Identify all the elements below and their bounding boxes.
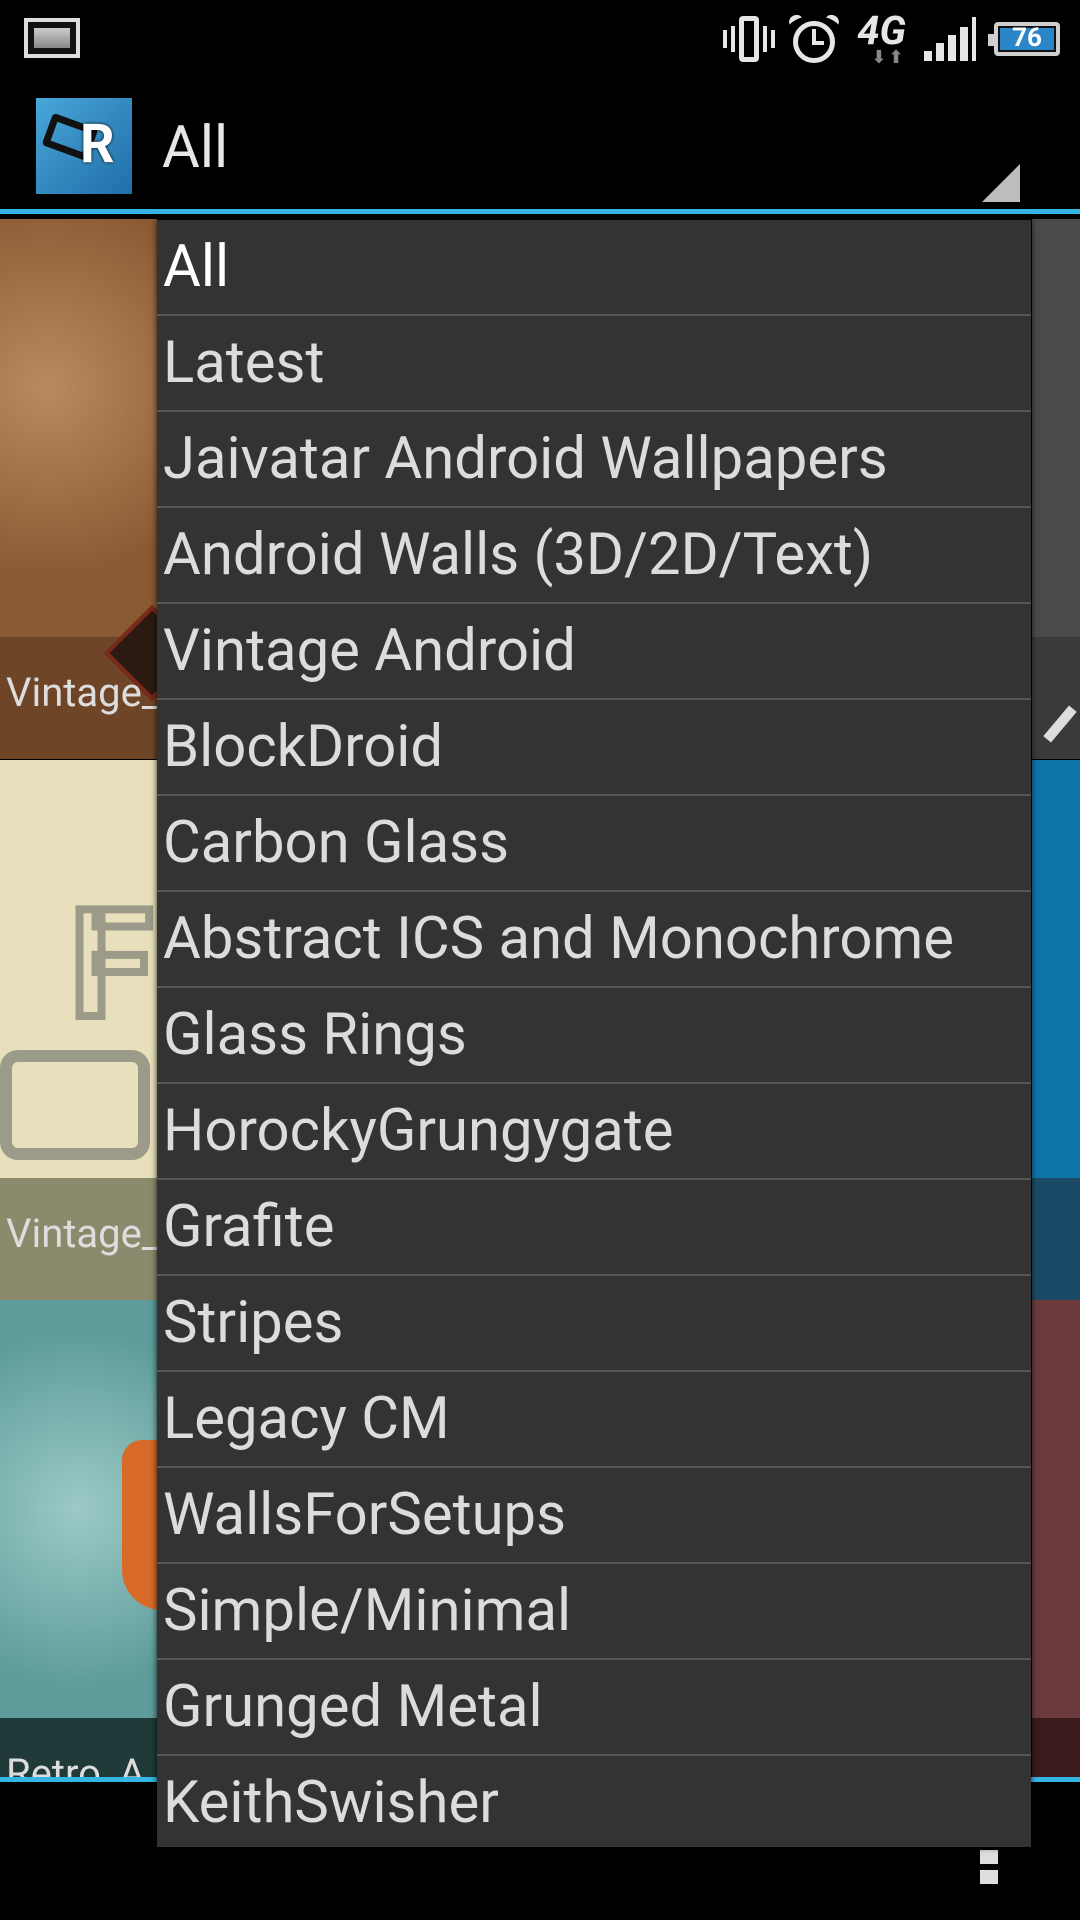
dropdown-option[interactable]: HorockyGrungygate [157, 1084, 1031, 1180]
dropdown-option[interactable]: Simple/Minimal [157, 1564, 1031, 1660]
dropdown-option[interactable]: Glass Rings [157, 988, 1031, 1084]
wallpaper-tile[interactable]: Vintage_ [0, 219, 157, 759]
dropdown-option-latest[interactable]: Latest [157, 316, 1031, 412]
overflow-menu-icon[interactable] [980, 1850, 1002, 1888]
dropdown-option[interactable]: Vintage Android [157, 604, 1031, 700]
dropdown-option[interactable]: KeithSwisher [157, 1756, 1031, 1850]
status-bar: 4G ⬇⬆ 76 [0, 0, 1080, 78]
spinner-dropdown-indicator-icon[interactable] [982, 164, 1020, 202]
tile-caption: Vintage_ [6, 1210, 157, 1257]
wallpaper-tile[interactable]: F Vintage_ [0, 760, 157, 1300]
network-4g-icon: 4G ⬇⬆ [857, 7, 906, 68]
dropdown-option[interactable]: WallsForSetups [157, 1468, 1031, 1564]
category-dropdown: All Latest Jaivatar Android Wallpapers A… [157, 220, 1031, 1847]
action-bar: R All [0, 78, 1080, 214]
wallpaper-tile-right[interactable] [1032, 219, 1080, 759]
category-spinner[interactable]: All [162, 114, 228, 182]
wallpaper-tile-right[interactable] [1032, 1300, 1080, 1777]
dropdown-option[interactable]: Jaivatar Android Wallpapers [157, 412, 1031, 508]
signal-icon [924, 17, 976, 61]
dropdown-option[interactable]: Grafite [157, 1180, 1031, 1276]
battery-icon: 76 [988, 22, 1060, 56]
dropdown-option[interactable]: Android Walls (3D/2D/Text) [157, 508, 1031, 604]
wallpaper-tile[interactable]: Retro_A [0, 1300, 157, 1777]
dropdown-option-all[interactable]: All [157, 220, 1031, 316]
action-bar-accent-line [0, 209, 1080, 214]
battery-level: 76 [1012, 23, 1042, 53]
wallpaper-tile-right[interactable] [1032, 760, 1080, 1300]
tile-caption: Retro_A [6, 1750, 146, 1777]
dropdown-option[interactable]: Carbon Glass [157, 796, 1031, 892]
alarm-icon [786, 12, 842, 65]
dropdown-option[interactable]: Stripes [157, 1276, 1031, 1372]
dropdown-option[interactable]: Grunged Metal [157, 1660, 1031, 1756]
status-icons: 4G ⬇⬆ 76 [723, 6, 1060, 72]
dropdown-option[interactable]: Legacy CM [157, 1372, 1031, 1468]
dropdown-option[interactable]: BlockDroid [157, 700, 1031, 796]
dropdown-option[interactable]: Abstract ICS and Monochrome [157, 892, 1031, 988]
app-logo-icon[interactable]: R [36, 98, 132, 194]
tile-caption: Vintage_ [6, 669, 157, 716]
screenshot-icon [24, 18, 80, 58]
vibrate-icon [723, 14, 776, 64]
